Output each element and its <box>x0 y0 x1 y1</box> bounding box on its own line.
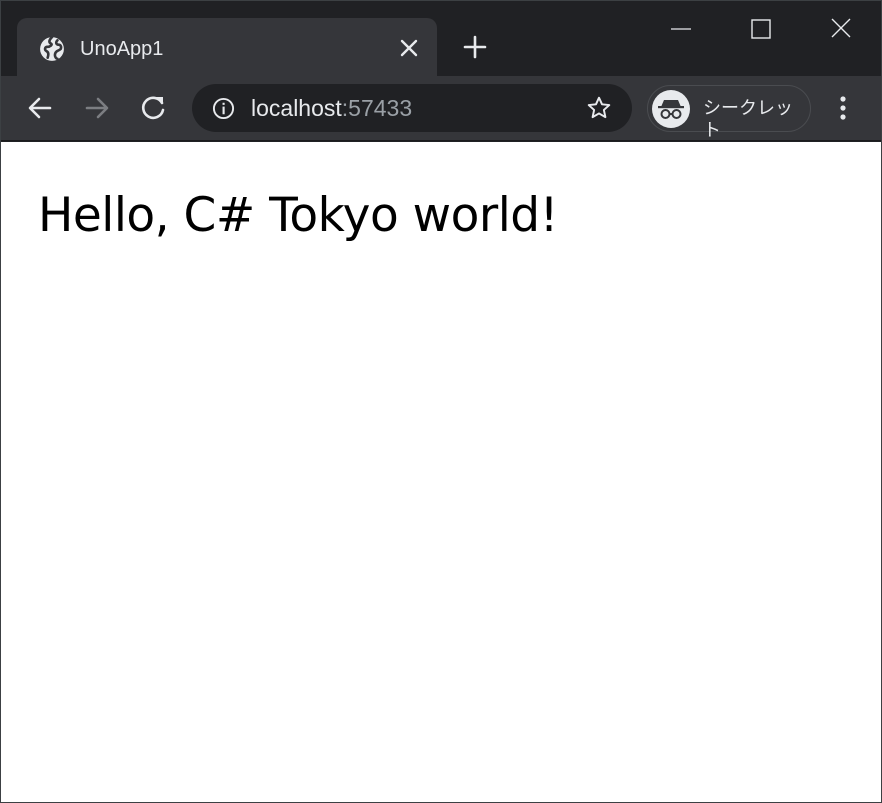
window-close-icon[interactable] <box>823 15 859 43</box>
new-tab-icon[interactable] <box>461 33 489 61</box>
globe-icon <box>40 36 64 61</box>
kebab-menu-icon[interactable] <box>830 93 856 123</box>
tab-title: UnoApp1 <box>80 38 164 60</box>
url-port: :57433 <box>341 95 413 121</box>
url-text[interactable]: localhost:57433 <box>251 94 412 122</box>
incognito-label: シークレット <box>703 98 793 141</box>
incognito-profile-button[interactable]: シークレット <box>647 85 811 141</box>
incognito-icon <box>658 100 684 119</box>
reload-button[interactable] <box>138 93 168 123</box>
address-bar[interactable]: localhost:57433 <box>192 84 632 132</box>
browser-window: UnoApp1 localhost:57433 シークレット Hello, C#… <box>0 0 882 803</box>
info-icon[interactable] <box>212 97 235 120</box>
page-heading: Hello, C# Tokyo world! <box>38 188 558 243</box>
close-icon[interactable] <box>397 36 421 60</box>
back-button[interactable] <box>25 93 55 123</box>
avatar <box>652 90 690 128</box>
star-icon[interactable] <box>586 95 612 121</box>
maximize-icon[interactable] <box>743 15 779 43</box>
page-content: Hello, C# Tokyo world! <box>1 142 881 802</box>
url-host: localhost <box>251 95 342 121</box>
tab-unoapp1[interactable]: UnoApp1 <box>17 18 437 76</box>
tab-strip: UnoApp1 <box>1 1 881 76</box>
minimize-icon[interactable] <box>663 15 699 43</box>
browser-toolbar: localhost:57433 シークレット <box>1 76 881 141</box>
forward-button[interactable] <box>82 93 112 123</box>
